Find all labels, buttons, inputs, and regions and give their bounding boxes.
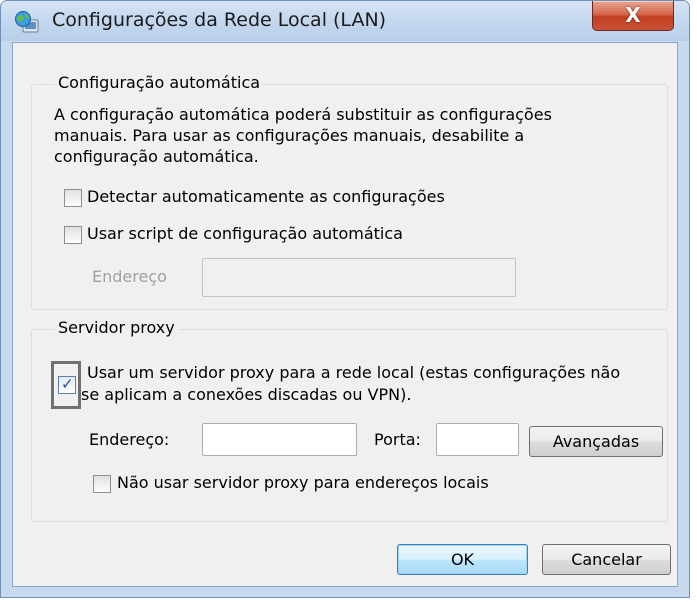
use-proxy-label-line1[interactable]: Usar um servidor proxy para a rede local…: [87, 363, 620, 383]
proxy-address-input[interactable]: [202, 423, 357, 456]
close-icon: X: [625, 3, 641, 27]
lan-settings-dialog: Configurações da Rede Local (LAN) X Conf…: [0, 0, 690, 598]
advanced-button[interactable]: Avançadas: [529, 426, 663, 457]
use-proxy-checkbox[interactable]: ✓: [58, 375, 76, 394]
proxy-port-label: Porta:: [374, 430, 421, 449]
proxy-legend: Servidor proxy: [55, 318, 178, 337]
title-bar[interactable]: Configurações da Rede Local (LAN) X: [1, 1, 689, 41]
use-proxy-label-line2[interactable]: se aplicam a conexões discadas ou VPN).: [81, 385, 411, 405]
cancel-button[interactable]: Cancelar: [542, 544, 671, 575]
close-button[interactable]: X: [592, 1, 674, 31]
auto-config-description-line1: A configuração automática poderá substit…: [54, 105, 552, 124]
auto-script-label[interactable]: Usar script de configuração automática: [87, 224, 403, 244]
network-globe-icon: [15, 11, 39, 33]
ok-button[interactable]: OK: [397, 544, 528, 575]
auto-script-checkbox[interactable]: [64, 226, 82, 244]
checkmark-icon: ✓: [61, 375, 74, 393]
script-address-input[interactable]: [202, 258, 516, 297]
script-address-label: Endereço: [92, 267, 167, 286]
auto-config-description-line2: manuais. Para usar as configurações manu…: [54, 126, 525, 145]
proxy-address-label: Endereço:: [89, 430, 170, 449]
auto-config-description-line3: configuração automática.: [54, 147, 259, 166]
auto-detect-checkbox[interactable]: [64, 189, 82, 207]
auto-config-legend: Configuração automática: [55, 73, 264, 92]
bypass-local-label[interactable]: Não usar servidor proxy para endereços l…: [117, 473, 489, 493]
proxy-port-input[interactable]: [436, 423, 519, 456]
auto-detect-label[interactable]: Detectar automaticamente as configuraçõe…: [87, 187, 445, 207]
bypass-local-checkbox[interactable]: [93, 475, 111, 493]
window-title: Configurações da Rede Local (LAN): [52, 9, 387, 31]
